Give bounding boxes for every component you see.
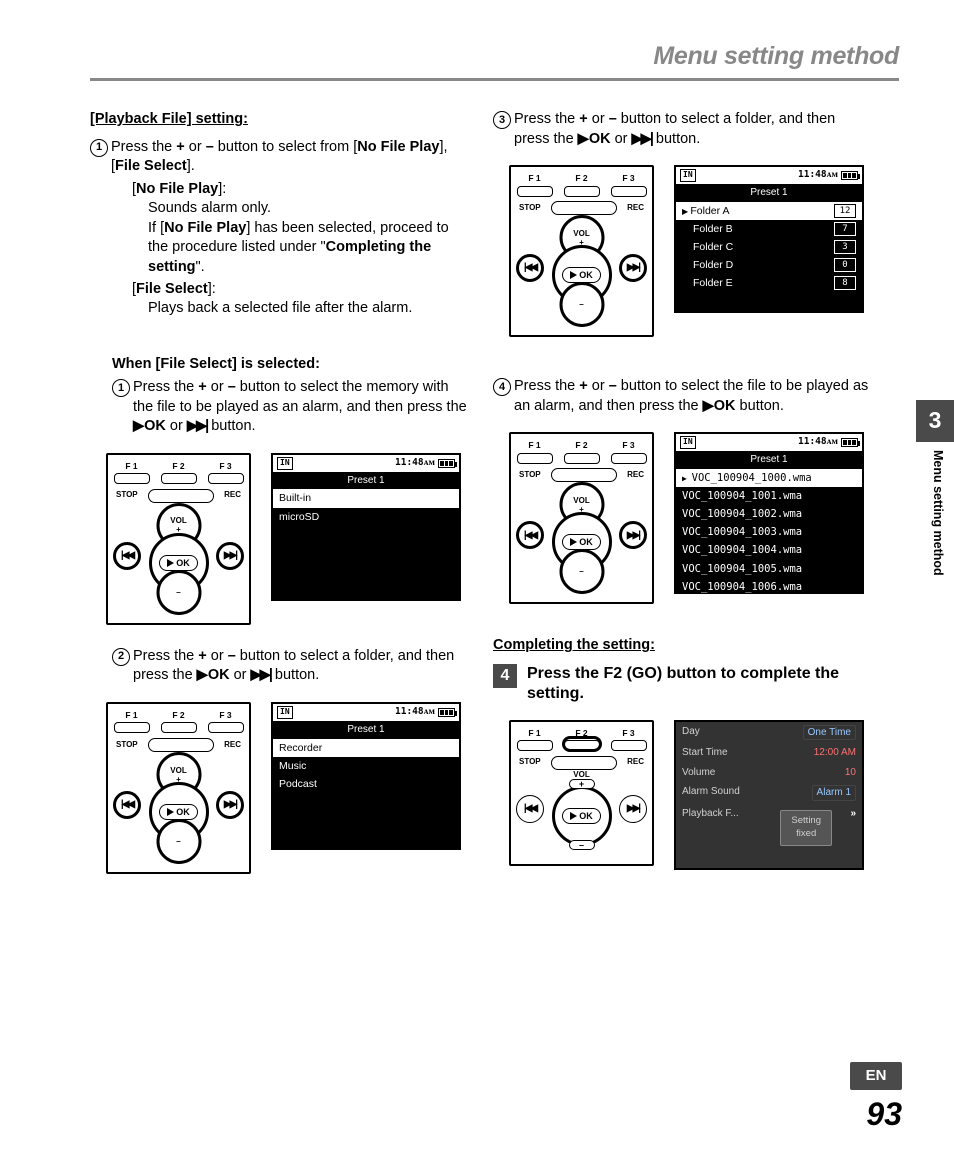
chapter-tab: 3: [916, 400, 954, 442]
forward-button: ▶▶|: [216, 542, 244, 570]
step-number-icon: 2: [112, 648, 130, 666]
file-select-body: Plays back a selected file after the ala…: [148, 299, 467, 319]
figure-category-select: F 1 F 2 F 3 STOPREC VOL+ OK – |◀◀ ▶▶| IN…: [106, 702, 467, 874]
right-substep-3: 3 Press the + or – button to select a fo…: [493, 110, 870, 149]
when-file-select-heading: When [File Select] is selected:: [112, 356, 320, 372]
page-header: Menu setting method: [90, 40, 899, 81]
no-file-play-body-2: If [No File Play] has been selected, pro…: [148, 219, 467, 278]
language-badge: EN: [850, 1062, 902, 1090]
mode-button: [148, 489, 214, 503]
toast: Setting fixed: [780, 810, 832, 846]
play-icon: [167, 559, 174, 567]
device-illustration: F 1 F 2 F 3 STOPREC VOL+ OK – |◀◀ ▶▶|: [509, 165, 654, 337]
left-substep-2: 2 Press the + or – button to select a fo…: [112, 647, 467, 686]
list-item: VOC_100904_1003.wma: [676, 523, 862, 541]
step-number-icon: 1: [112, 379, 130, 397]
list-item: Folder A12: [676, 202, 862, 220]
device-illustration: F 1 F 2 F 3 STOPREC VOL+ OK – |◀◀ ▶▶|: [106, 453, 251, 625]
list-item: VOC_100904_1006.wma: [676, 578, 862, 596]
device-illustration: F 1 F 2 F 3 STOPREC VOL+ OK – |◀◀ ▶▶|: [509, 432, 654, 604]
list-item: VOC_100904_1001.wma: [676, 487, 862, 505]
f1-button: [114, 473, 150, 484]
list-item: Recorder: [273, 739, 459, 757]
play-icon: [570, 271, 577, 279]
left-column: [Playback File] setting: 1 Press the + o…: [90, 110, 467, 896]
screen-category: IN11:48ᴀᴍ Preset 1 Recorder Music Podcas…: [271, 702, 461, 850]
list-item: Folder D0: [676, 256, 862, 274]
play-icon: [570, 812, 577, 820]
screen-settings: DayOne Time Start Time12:00 AM Volume10 …: [674, 720, 864, 870]
step-number-icon: 4: [493, 378, 511, 396]
right-substep-4: 4 Press the + or – button to select the …: [493, 377, 870, 416]
play-icon: [167, 808, 174, 816]
list-item: Folder E8: [676, 274, 862, 292]
completing-heading: Completing the setting:: [493, 636, 870, 656]
header-rule: [90, 78, 899, 81]
f3-button: [208, 473, 244, 484]
list-item: VOC_100904_1000.wma: [676, 469, 862, 487]
screen-memory: IN11:48ᴀᴍ Preset 1 Built-in microSD: [271, 453, 461, 601]
left-substep-1: 1 Press the + or – button to select the …: [112, 378, 467, 437]
right-column: 3 Press the + or – button to select a fo…: [493, 110, 870, 896]
rewind-button: |◀◀: [113, 542, 141, 570]
no-file-play-body-1: Sounds alarm only.: [148, 199, 467, 219]
figure-folder-select: F 1 F 2 F 3 STOPREC VOL+ OK – |◀◀ ▶▶| IN…: [509, 165, 870, 337]
battery-icon: [841, 438, 858, 447]
list-item: Music: [273, 757, 459, 775]
list-item: Folder C3: [676, 238, 862, 256]
list-item: Built-in: [273, 489, 459, 507]
page-title: Menu setting method: [90, 40, 899, 74]
battery-icon: [438, 708, 455, 717]
list-item: VOC_100904_1004.wma: [676, 541, 862, 559]
figure-complete: F 1 F 2 F 3 STOPREC VOL OK + – |◀◀ ▶▶| D…: [509, 720, 870, 870]
device-illustration: F 1 F 2 F 3 STOPREC VOL OK + – |◀◀ ▶▶|: [509, 720, 654, 866]
file-select-label: [File Select]:: [132, 280, 467, 300]
f2-button: [161, 473, 197, 484]
playback-file-heading: [Playback File] setting:: [90, 110, 467, 130]
f2-highlight: [562, 736, 602, 752]
step-4-block: 4 Press the F2 (GO) button to complete t…: [493, 664, 870, 704]
battery-icon: [438, 459, 455, 468]
device-illustration: F 1 F 2 F 3 STOPREC VOL+ OK – |◀◀ ▶▶|: [106, 702, 251, 874]
list-item: VOC_100904_1002.wma: [676, 505, 862, 523]
list-item: microSD: [273, 508, 459, 526]
step-body: Press the + or – button to select from […: [111, 138, 467, 177]
screen-files: IN11:48ᴀᴍ Preset 1 VOC_100904_1000.wma V…: [674, 432, 864, 594]
play-icon: [570, 538, 577, 546]
chapter-side-label: Menu setting method: [929, 450, 946, 576]
no-file-play-label: [No File Play]:: [132, 180, 467, 200]
left-step-1: 1 Press the + or – button to select from…: [90, 138, 467, 177]
figure-file-select: F 1 F 2 F 3 STOPREC VOL+ OK – |◀◀ ▶▶| IN…: [509, 432, 870, 604]
vol-minus-button: –: [156, 570, 201, 615]
step-number-icon: 3: [493, 111, 511, 129]
page-number: 93: [866, 1093, 902, 1136]
battery-icon: [841, 171, 858, 180]
screen-folders: IN11:48ᴀᴍ Preset 1 Folder A12 Folder B7 …: [674, 165, 864, 313]
step-number-box: 4: [493, 664, 517, 688]
list-item: Folder B7: [676, 220, 862, 238]
figure-memory-select: F 1 F 2 F 3 STOPREC VOL+ OK – |◀◀ ▶▶| IN…: [106, 453, 467, 625]
list-item: Podcast: [273, 775, 459, 793]
step-number-icon: 1: [90, 139, 108, 157]
list-item: VOC_100904_1005.wma: [676, 560, 862, 578]
